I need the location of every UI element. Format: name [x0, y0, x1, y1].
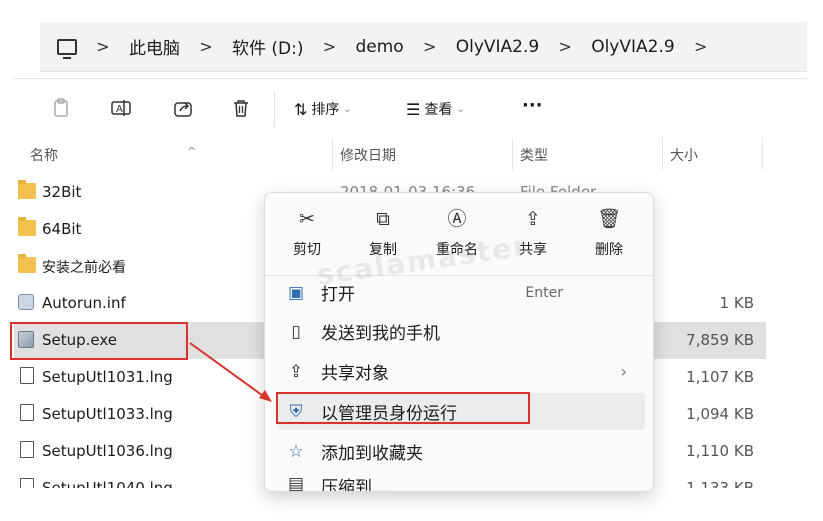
annotation-arrow [189, 342, 272, 402]
